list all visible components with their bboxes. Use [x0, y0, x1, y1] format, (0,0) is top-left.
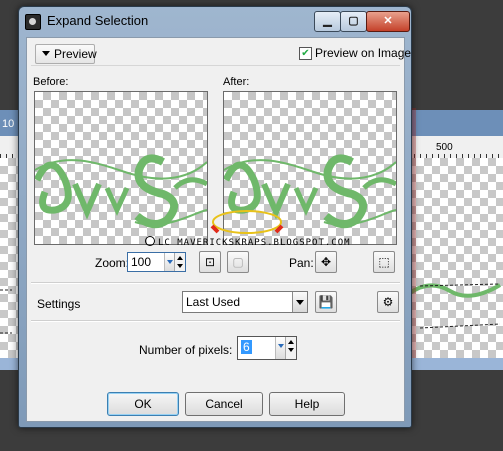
ruler-number: 10: [2, 118, 15, 130]
preview-toggle-label: Preview: [54, 47, 97, 61]
preset-options-button[interactable]: ⚙: [377, 291, 399, 313]
zoom-input[interactable]: 100: [127, 252, 186, 272]
pan-label: Pan:: [289, 256, 314, 270]
actual-size-button[interactable]: ▢: [227, 251, 249, 273]
help-button[interactable]: Help: [269, 392, 345, 416]
ok-button[interactable]: OK: [107, 392, 179, 416]
watermark-text: LC MAVERICKSKRAPS.BLOGSPOT.COM: [145, 236, 385, 248]
cancel-button[interactable]: Cancel: [185, 392, 263, 416]
preview-toggle-button[interactable]: Preview: [35, 44, 97, 64]
pixels-label: Number of pixels:: [139, 343, 233, 357]
minimize-button[interactable]: ▁: [314, 11, 341, 32]
zoom-label: Zoom:: [95, 256, 130, 270]
after-label: After:: [223, 76, 250, 88]
pixels-spinner-icon[interactable]: [285, 337, 296, 359]
pixels-value[interactable]: 6: [241, 340, 252, 354]
before-preview[interactable]: [34, 91, 208, 245]
save-preset-button[interactable]: 💾: [315, 291, 337, 313]
preview-on-image-label: Preview on Image: [315, 46, 412, 60]
preset-select[interactable]: Last Used: [182, 291, 308, 313]
ruler-number: 500: [436, 142, 453, 153]
artwork-before: [35, 154, 207, 229]
maximize-button[interactable]: ▢: [340, 11, 367, 32]
chevron-down-icon[interactable]: [292, 292, 307, 312]
zoom-spinner-icon[interactable]: [174, 253, 185, 271]
fit-window-button[interactable]: ⊡: [199, 251, 221, 273]
actual-size-icon: ▢: [232, 255, 244, 269]
fit-window-icon: ⊡: [204, 255, 216, 269]
divider: [31, 320, 400, 322]
settings-label: Settings: [37, 297, 81, 311]
zoom-value[interactable]: 100: [131, 255, 151, 269]
title-bar[interactable]: Expand Selection ▁ ▢ ✕: [19, 7, 411, 35]
before-label: Before:: [33, 76, 69, 88]
divider: [31, 282, 400, 284]
save-preset-icon: 💾: [318, 295, 334, 309]
preset-options-icon: ⚙: [382, 295, 394, 309]
expand-selection-dialog: Expand Selection ▁ ▢ ✕ Preview ✔ Preview…: [18, 6, 412, 428]
dialog-body: Preview ✔ Preview on Image Before: After…: [26, 37, 411, 422]
triangle-down-icon: [42, 51, 50, 56]
marquee-button[interactable]: ⬚: [373, 251, 395, 273]
marquee-icon: ⬚: [378, 255, 390, 269]
preview-header: Preview ✔ Preview on Image: [31, 43, 411, 66]
checkmark-icon[interactable]: ✔: [299, 47, 312, 60]
pixels-input[interactable]: 6: [237, 336, 297, 360]
preset-value: Last Used: [186, 295, 241, 309]
window-title: Expand Selection: [47, 13, 149, 28]
pan-icon: ✥: [320, 255, 332, 269]
close-button[interactable]: ✕: [366, 11, 410, 32]
copyright-icon: [145, 236, 155, 246]
pan-button[interactable]: ✥: [315, 251, 337, 273]
app-icon: [25, 14, 41, 30]
